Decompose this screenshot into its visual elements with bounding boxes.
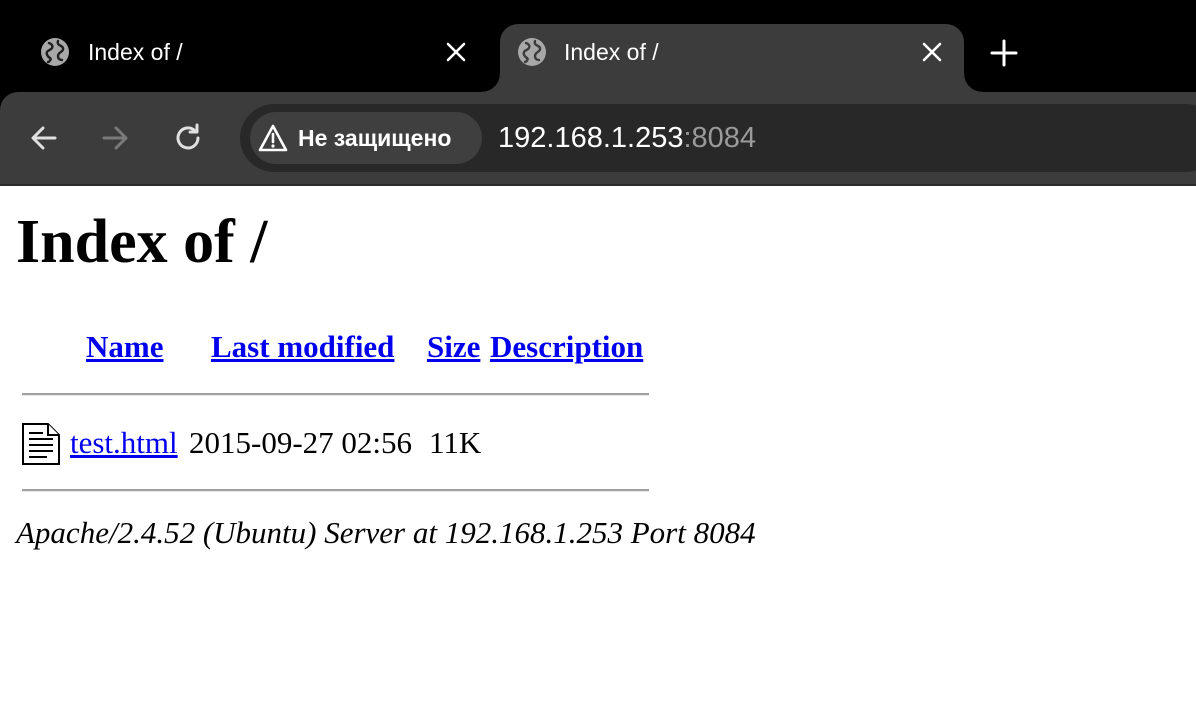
plus-icon[interactable] [988,37,1020,69]
tab-title: Index of / [564,39,659,65]
column-header-name: Name [86,328,163,366]
close-icon[interactable] [920,40,944,64]
close-icon[interactable] [444,40,468,64]
url-text[interactable]: 192.168.1.253:8084 [498,120,756,156]
sort-by-name-link[interactable]: Name [86,329,163,364]
reload-icon[interactable] [171,121,205,155]
page-title: Index of / [16,208,268,276]
tab-active[interactable]: Index of / [482,24,982,92]
url-host: 192.168.1.253 [498,122,684,154]
globe-icon [41,38,69,66]
column-header-size: Size [427,328,480,366]
back-arrow-icon[interactable] [27,121,61,155]
globe-icon [518,38,546,66]
sort-by-description-link[interactable]: Description [490,329,643,364]
tab-title: Index of / [88,39,183,65]
divider [22,393,649,396]
security-label: Не защищено [298,125,452,151]
file-modified-cell: 2015-09-27 02:56 [189,425,413,460]
sort-by-size-link[interactable]: Size [427,329,480,364]
tab-inactive[interactable]: Index of / [24,24,500,92]
file-size-cell: 11K [429,425,482,460]
divider [22,489,649,492]
url-port: :8084 [683,122,757,154]
sort-by-last-modified-link[interactable]: Last modified [211,329,394,364]
page-content: Index of / Name Last modified Size Descr… [0,186,1196,704]
column-header-description: Description [490,328,643,366]
tab-strip: Index of / Index of / [0,0,1196,92]
warning-icon [258,124,288,152]
file-link[interactable]: test.html [70,425,178,460]
file-name-cell: test.html [70,424,178,462]
forward-arrow-icon[interactable] [98,121,132,155]
server-signature: Apache/2.4.52 (Ubuntu) Server at 192.168… [16,515,756,550]
column-header-last-modified: Last modified [211,328,394,366]
text-file-icon [22,423,60,465]
